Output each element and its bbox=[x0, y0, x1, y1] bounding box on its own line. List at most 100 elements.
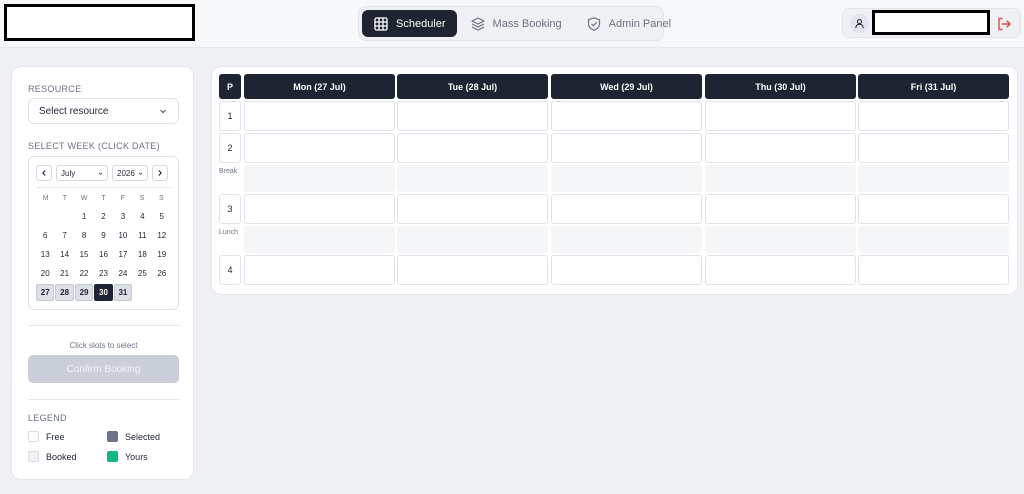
logout-icon bbox=[998, 17, 1011, 31]
layers-icon bbox=[470, 16, 485, 31]
resource-select[interactable]: Select resource bbox=[28, 98, 179, 124]
chevron-down-icon bbox=[98, 171, 103, 175]
calendar-day-4[interactable]: 4 bbox=[133, 208, 151, 225]
calendar-day-11[interactable]: 11 bbox=[133, 227, 151, 244]
day-header-3: Wed (29 Jul) bbox=[551, 74, 702, 99]
calendar-day-19[interactable]: 19 bbox=[153, 246, 171, 263]
break-slot bbox=[551, 226, 702, 253]
time-slot[interactable] bbox=[397, 101, 548, 131]
time-slot[interactable] bbox=[244, 194, 395, 224]
time-slot[interactable] bbox=[551, 101, 702, 131]
chevron-down-icon bbox=[160, 109, 166, 114]
legend-label-free: Free bbox=[46, 431, 65, 442]
legend-selected: Selected bbox=[107, 431, 160, 442]
calendar-day-3[interactable]: 3 bbox=[114, 208, 132, 225]
calendar-header: July 2026 bbox=[36, 164, 171, 182]
logout-button[interactable] bbox=[994, 14, 1014, 34]
time-slot[interactable] bbox=[858, 194, 1009, 224]
time-slot[interactable] bbox=[551, 194, 702, 224]
calendar-day-24[interactable]: 24 bbox=[114, 265, 132, 282]
time-slot[interactable] bbox=[244, 133, 395, 163]
shield-icon bbox=[587, 16, 600, 31]
calendar-day-10[interactable]: 10 bbox=[114, 227, 132, 244]
tab-scheduler[interactable]: Scheduler bbox=[362, 10, 457, 37]
day-header-5: Fri (31 Jul) bbox=[858, 74, 1009, 99]
period-label-2: 2 bbox=[219, 133, 241, 163]
time-slot[interactable] bbox=[551, 133, 702, 163]
calendar-day-8[interactable]: 8 bbox=[75, 227, 93, 244]
calendar-day-2[interactable]: 2 bbox=[94, 208, 112, 225]
divider bbox=[28, 399, 179, 400]
weekday-label: M bbox=[42, 195, 49, 202]
time-slot[interactable] bbox=[705, 194, 856, 224]
time-slot[interactable] bbox=[705, 133, 856, 163]
day-header-4: Thu (30 Jul) bbox=[705, 74, 856, 99]
weekday-label: S bbox=[139, 195, 145, 202]
username-redacted bbox=[872, 10, 990, 35]
calendar-day-22[interactable]: 22 bbox=[75, 265, 93, 282]
time-slot[interactable] bbox=[858, 133, 1009, 163]
period-label-1: 1 bbox=[219, 101, 241, 131]
calendar-day-17[interactable]: 17 bbox=[114, 246, 132, 263]
calendar-day-7[interactable]: 7 bbox=[55, 227, 73, 244]
prev-month-button[interactable] bbox=[36, 165, 52, 181]
year-select[interactable]: 2026 bbox=[112, 165, 148, 181]
time-slot[interactable] bbox=[705, 255, 856, 285]
calendar-day-21[interactable]: 21 bbox=[55, 265, 73, 282]
time-slot[interactable] bbox=[244, 255, 395, 285]
tab-mass-booking[interactable]: Mass Booking bbox=[459, 10, 573, 37]
time-slot[interactable] bbox=[858, 255, 1009, 285]
calendar-day-empty bbox=[55, 208, 73, 225]
avatar[interactable] bbox=[850, 14, 869, 33]
calendar-day-23[interactable]: 23 bbox=[94, 265, 112, 282]
break-slot bbox=[858, 165, 1009, 192]
time-slot[interactable] bbox=[397, 194, 548, 224]
user-area bbox=[842, 8, 1021, 38]
calendar-day-15[interactable]: 15 bbox=[75, 246, 93, 263]
weekday-label: W bbox=[80, 195, 88, 202]
calendar-day-26[interactable]: 26 bbox=[153, 265, 171, 282]
break-slot bbox=[551, 165, 702, 192]
period-label-4: 4 bbox=[219, 255, 241, 285]
time-slot[interactable] bbox=[705, 101, 856, 131]
timetable: P Mon (27 Jul) Tue (28 Jul) Wed (29 Jul) Thu… bbox=[211, 66, 1018, 295]
legend-label-yours: Yours bbox=[125, 451, 148, 462]
weekday-header: MTWTFSS bbox=[36, 195, 171, 202]
top-bar: Scheduler Mass Booking Admin Panel bbox=[0, 0, 1024, 48]
resource-select-value: Select resource bbox=[39, 105, 109, 117]
calendar-day-12[interactable]: 12 bbox=[153, 227, 171, 244]
time-slot[interactable] bbox=[397, 255, 548, 285]
time-slot[interactable] bbox=[244, 101, 395, 131]
legend-swatch-free bbox=[28, 431, 39, 442]
chevron-down-icon bbox=[138, 171, 143, 175]
chevron-right-icon bbox=[158, 170, 162, 176]
calendar-day-9[interactable]: 9 bbox=[94, 227, 112, 244]
calendar-day-29[interactable]: 29 bbox=[74, 284, 94, 301]
calendar-day-27[interactable]: 27 bbox=[36, 284, 55, 301]
calendar-day-1[interactable]: 1 bbox=[75, 208, 93, 225]
legend-yours: Yours bbox=[107, 451, 148, 462]
month-select[interactable]: July bbox=[56, 165, 108, 181]
calendar-day-6[interactable]: 6 bbox=[36, 227, 54, 244]
calendar-day-25[interactable]: 25 bbox=[133, 265, 151, 282]
calendar-day-5[interactable]: 5 bbox=[153, 208, 171, 225]
tab-admin-panel[interactable]: Admin Panel bbox=[575, 10, 682, 37]
calendar-day-30[interactable]: 30 bbox=[94, 284, 113, 301]
legend-label: LEGEND bbox=[28, 413, 67, 423]
confirm-booking-button[interactable]: Confirm Booking bbox=[28, 355, 179, 383]
next-month-button[interactable] bbox=[152, 165, 168, 181]
time-slot[interactable] bbox=[551, 255, 702, 285]
legend-label-selected: Selected bbox=[125, 431, 161, 442]
calendar-day-31[interactable]: 31 bbox=[113, 284, 133, 301]
calendar-day-16[interactable]: 16 bbox=[94, 246, 112, 263]
calendar-day-14[interactable]: 14 bbox=[55, 246, 73, 263]
calendar-day-20[interactable]: 20 bbox=[36, 265, 54, 282]
time-slot[interactable] bbox=[397, 133, 548, 163]
calendar-days: 1 2 3 4 5 6 7 8 9 10 11 12 13 14 15 16 17 18 19 20 21 22 23 24 2… bbox=[36, 208, 171, 301]
time-slot[interactable] bbox=[858, 101, 1009, 131]
selection-hint: Click slots to select bbox=[69, 341, 138, 350]
calendar-day-13[interactable]: 13 bbox=[36, 246, 54, 263]
day-header-1: Mon (27 Jul) bbox=[244, 74, 395, 99]
calendar-day-28[interactable]: 28 bbox=[55, 284, 74, 301]
calendar-day-18[interactable]: 18 bbox=[133, 246, 151, 263]
